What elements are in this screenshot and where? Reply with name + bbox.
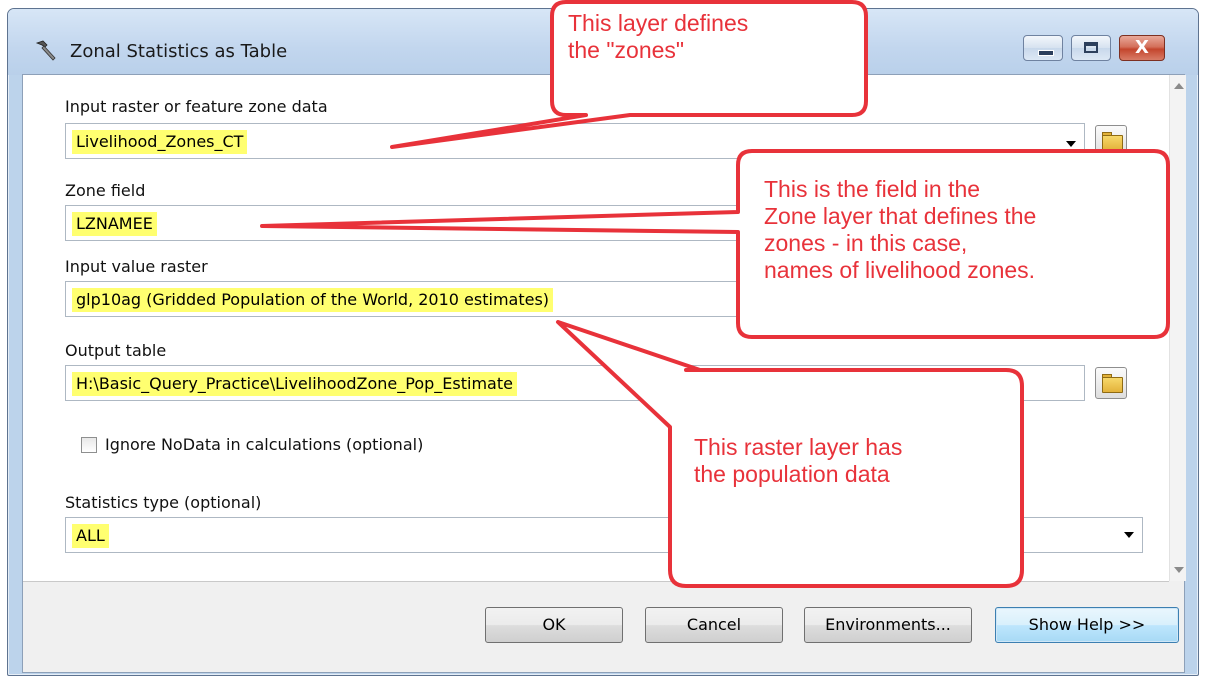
callout-field-line: Zone layer that defines the	[764, 203, 1037, 229]
callout-zones-text: This layer defines the "zones"	[568, 10, 748, 64]
callout-overlay	[260, 0, 1170, 588]
callout-raster-line: This raster layer has	[694, 434, 903, 460]
callout-field-line: zones - in this case,	[764, 230, 968, 256]
callout-zones-line: This layer defines	[568, 10, 749, 36]
callout-field-line: This is the field in the	[764, 176, 981, 202]
callout-field-line: names of livelihood zones.	[764, 257, 1036, 283]
callout-field-text: This is the field in the Zone layer that…	[764, 176, 1036, 284]
callout-raster-line: the population data	[694, 461, 890, 487]
callout-zones-line: the "zones"	[568, 37, 685, 63]
callout-raster-text: This raster layer has the population dat…	[694, 434, 902, 488]
